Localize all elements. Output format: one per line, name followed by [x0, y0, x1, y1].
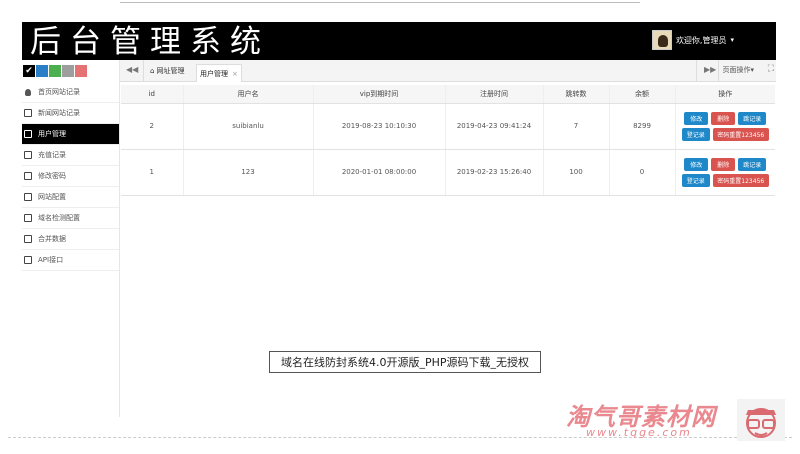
col-header-jumps[interactable]: 跳转数: [543, 85, 610, 104]
sidebar-item-label: 网站配置: [38, 193, 66, 201]
tab-site-management[interactable]: ⌂ 网址管理: [147, 64, 187, 78]
tab-bar: ◀◀ ⌂ 网址管理 用户管理 × ▶▶ 页面操作▾ ⛶: [120, 60, 776, 82]
sidebar-item-change-password[interactable]: 修改密码: [22, 166, 119, 187]
col-header-balance[interactable]: 余额: [609, 85, 676, 104]
reset-password-button[interactable]: 密码重置123456: [712, 173, 769, 187]
theme-swatch-gray[interactable]: [62, 65, 74, 77]
cell-username: suibianlu: [183, 103, 314, 150]
sidebar-item-label: 修改密码: [38, 172, 66, 180]
cell-jumps: 7: [543, 103, 610, 150]
cell-register-time: 2019-04-23 09:41:24: [445, 103, 544, 150]
sidebar-item-label: 首页网站记录: [38, 88, 80, 96]
delete-button[interactable]: 删除: [711, 111, 736, 125]
chevron-down-icon: ▾: [730, 36, 734, 44]
bookmark-icon: [24, 130, 32, 138]
sidebar-item-home-records[interactable]: 首页网站记录: [22, 82, 119, 103]
tab-label: 网址管理: [156, 67, 185, 75]
bookmark-icon: [24, 193, 32, 201]
login-records-button[interactable]: 登记录: [681, 173, 710, 187]
sidebar-item-site-config[interactable]: 网站配置: [22, 187, 119, 208]
top-line: [120, 0, 640, 3]
cell-actions: 修改 删除 跳记录 登记录 密码重置123456: [675, 149, 775, 196]
cell-id: 1: [121, 149, 184, 196]
sidebar-item-user-management[interactable]: 用户管理: [22, 124, 119, 145]
app-title: 后台管理系统: [30, 24, 270, 60]
sidebar-item-news-records[interactable]: 新闻网站记录: [22, 103, 119, 124]
edit-button[interactable]: 修改: [684, 111, 709, 125]
col-header-vip-expiry[interactable]: vip到期时间: [313, 85, 446, 104]
tab-label: 用户管理: [200, 69, 228, 78]
cell-username: 123: [183, 149, 314, 196]
fullscreen-icon[interactable]: ⛶: [768, 64, 774, 74]
tab-user-management[interactable]: 用户管理 ×: [196, 64, 242, 82]
table-row: 2 suibianlu 2019-08-23 10:10:30 2019-04-…: [121, 103, 775, 150]
cell-register-time: 2019-02-23 15:26:40: [445, 149, 544, 196]
users-table: id 用户名 vip到期时间 注册时间 跳转数 余额 操作 2 suibianl…: [121, 85, 775, 196]
sidebar-item-merge-data[interactable]: 合并数据: [22, 229, 119, 250]
avatar: [651, 30, 672, 50]
user-menu[interactable]: 欢迎你,管理员 ▾: [651, 29, 734, 51]
sidebar-item-label: 新闻网站记录: [38, 109, 80, 117]
bookmark-icon: [24, 214, 32, 222]
cell-actions: 修改 删除 跳记录 登记录 密码重置123456: [675, 103, 775, 150]
sidebar: ✔ 首页网站记录 新闻网站记录 用户管理 充值记录 修改密码 网站配置 域名检测…: [22, 60, 120, 417]
theme-swatches: ✔: [22, 60, 119, 82]
delete-button[interactable]: 删除: [711, 157, 736, 171]
table-header-row: id 用户名 vip到期时间 注册时间 跳转数 余额 操作: [121, 85, 775, 104]
theme-swatch-red[interactable]: [75, 65, 87, 77]
sidebar-item-recharge[interactable]: 充值记录: [22, 145, 119, 166]
sidebar-item-label: 域名检测配置: [38, 214, 80, 222]
header-bar: 后台管理系统 欢迎你,管理员 ▾: [22, 22, 776, 60]
watermark-logo-icon: [737, 399, 785, 441]
close-icon[interactable]: ×: [232, 70, 238, 78]
reset-password-button[interactable]: 密码重置123456: [712, 127, 769, 141]
sidebar-item-label: 用户管理: [38, 130, 66, 138]
bookmark-icon: [24, 235, 32, 243]
bookmark-icon: [24, 256, 32, 264]
page-operations-menu[interactable]: 页面操作▾: [722, 65, 754, 75]
theme-swatch-blue[interactable]: [36, 65, 48, 77]
tab-scroll-left-icon[interactable]: ◀◀: [126, 65, 138, 74]
person-icon: [25, 88, 31, 96]
sidebar-item-api[interactable]: API接口: [22, 250, 119, 271]
jump-records-button[interactable]: 跳记录: [738, 157, 767, 171]
col-header-register-time[interactable]: 注册时间: [445, 85, 544, 104]
jump-records-button[interactable]: 跳记录: [738, 111, 767, 125]
divider: [718, 60, 719, 82]
caption-label: 域名在线防封系统4.0开源版_PHP源码下载_无授权: [269, 351, 541, 373]
cell-balance: 8299: [609, 103, 676, 150]
bookmark-icon: [24, 151, 32, 159]
theme-swatch-black[interactable]: ✔: [23, 65, 35, 77]
sidebar-item-label: API接口: [38, 256, 64, 264]
home-icon: ⌂: [150, 67, 155, 75]
bookmark-icon: [24, 109, 32, 117]
col-header-id[interactable]: id: [121, 85, 184, 104]
tab-scroll-right-icon[interactable]: ▶▶: [704, 65, 716, 74]
sidebar-item-label: 充值记录: [38, 151, 66, 159]
edit-button[interactable]: 修改: [684, 157, 709, 171]
divider: [696, 60, 697, 82]
col-header-username[interactable]: 用户名: [183, 85, 314, 104]
login-records-button[interactable]: 登记录: [681, 127, 710, 141]
watermark-url: www.tqge.com: [586, 426, 692, 439]
sidebar-item-domain-check[interactable]: 域名检测配置: [22, 208, 119, 229]
cell-jumps: 100: [543, 149, 610, 196]
user-label: 欢迎你,管理员: [675, 35, 727, 45]
divider: [143, 60, 144, 82]
bookmark-icon: [24, 172, 32, 180]
col-header-actions: 操作: [675, 85, 775, 104]
cell-vip-expiry: 2019-08-23 10:10:30: [313, 103, 446, 150]
theme-swatch-green[interactable]: [49, 65, 61, 77]
cell-id: 2: [121, 103, 184, 150]
cell-balance: 0: [609, 149, 676, 196]
screenshot-page: 后台管理系统 欢迎你,管理员 ▾ ✔ 首页网站记录 新闻网站记录 用户管理 充值…: [0, 0, 800, 454]
table-row: 1 123 2020-01-01 08:00:00 2019-02-23 15:…: [121, 149, 775, 196]
cell-vip-expiry: 2020-01-01 08:00:00: [313, 149, 446, 196]
sidebar-item-label: 合并数据: [38, 235, 66, 243]
